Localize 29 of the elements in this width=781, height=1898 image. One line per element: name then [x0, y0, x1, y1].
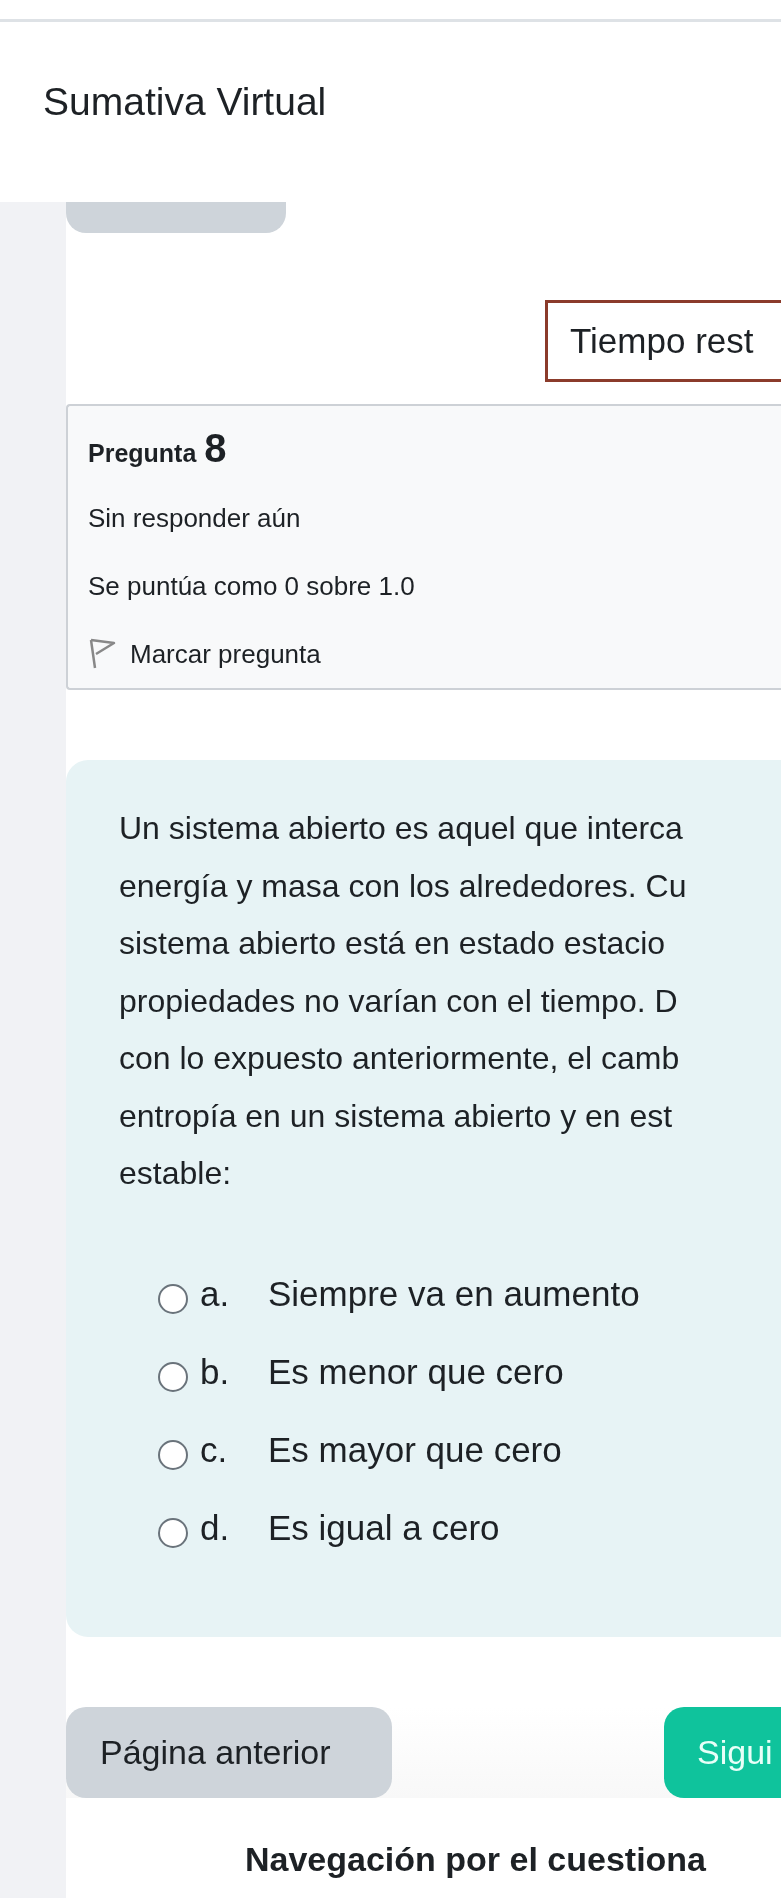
question-number: 8 — [204, 426, 227, 471]
option-letter: d. — [200, 1507, 231, 1548]
grade-text: Se puntúa como 0 sobre 1.0 — [88, 569, 416, 603]
flag-question-link[interactable]: Marcar pregunta — [130, 638, 321, 670]
option-text[interactable]: Siempre va en aumento — [268, 1273, 640, 1314]
question-text: propiedades no varían con el tiempo. D — [119, 981, 679, 1021]
question-text: estable: — [119, 1154, 233, 1193]
option-text[interactable]: Es mayor que cero — [268, 1429, 562, 1470]
radio-button[interactable] — [158, 1361, 188, 1392]
radio-button[interactable] — [158, 1283, 188, 1314]
radio-button[interactable] — [158, 1439, 188, 1470]
option-letter: b. — [200, 1351, 231, 1392]
option-letter: a. — [200, 1273, 231, 1314]
question-text: sistema abierto está en estado estacio — [119, 924, 667, 963]
previous-button[interactable]: Página anterior — [66, 1707, 392, 1798]
page-title: Sumativa Virtual — [43, 80, 327, 124]
radio-button[interactable] — [158, 1517, 188, 1548]
option-letter: c. — [200, 1429, 229, 1470]
option-text[interactable]: Es igual a cero — [268, 1507, 500, 1548]
timer-label: Tiempo rest — [545, 300, 781, 382]
answer-status: Sin responder aún — [88, 501, 302, 535]
flag-icon[interactable] — [88, 638, 116, 670]
question-text: Un sistema abierto es aquel que interca — [119, 809, 684, 848]
navigation-title: Navegación por el cuestiona — [245, 1840, 707, 1880]
question-text: entropía en un sistema abierto y en est — [119, 1096, 674, 1136]
question-text: con lo expuesto anteriormente, el camb — [119, 1039, 681, 1078]
option-text[interactable]: Es menor que cero — [268, 1351, 564, 1392]
question-label: Pregunta — [88, 439, 197, 468]
question-text: energía y masa con los alrededores. Cu — [119, 866, 688, 906]
